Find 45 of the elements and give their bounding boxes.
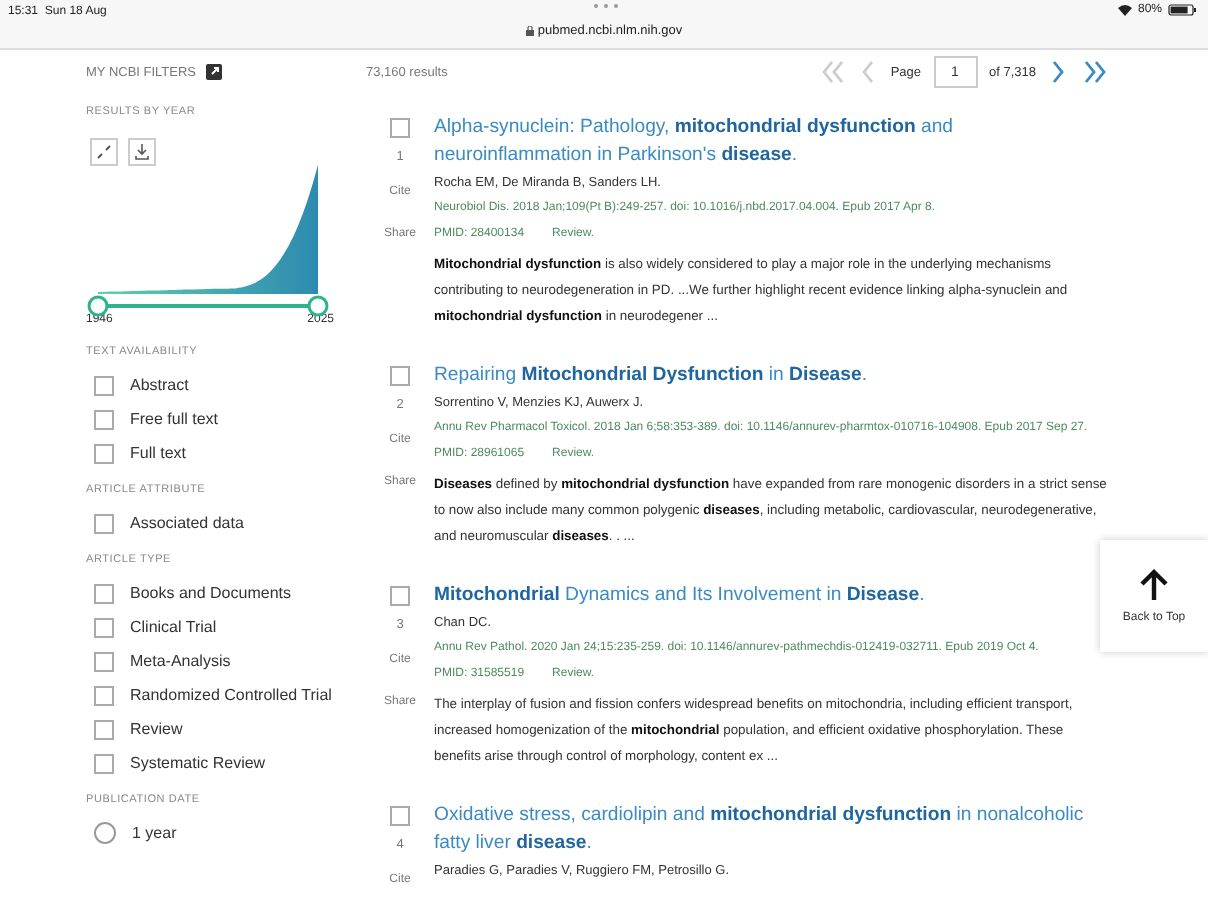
checkbox[interactable]	[94, 583, 114, 603]
last-page-icon[interactable]	[1080, 58, 1108, 86]
expand-button[interactable]	[90, 138, 118, 166]
filter-label[interactable]: Books and Documents	[130, 582, 291, 604]
filter-label[interactable]: 1 year	[132, 822, 177, 844]
filter-label[interactable]: Associated data	[130, 512, 244, 534]
filter-label[interactable]: Randomized Controlled Trial	[130, 684, 332, 706]
filter-label[interactable]: Abstract	[130, 374, 189, 396]
filter-label[interactable]: Free full text	[130, 408, 219, 430]
radio-button[interactable]	[94, 822, 116, 844]
checkbox[interactable]	[94, 617, 114, 637]
filter-label[interactable]: Full text	[130, 442, 187, 464]
previous-page-icon[interactable]	[858, 58, 879, 86]
article-title-link[interactable]: Oxidative stress, cardiolipin and mitochondrial dysfunction in nonalcoholic fatty liver disease.	[434, 802, 1108, 858]
expand-icon	[96, 144, 112, 160]
filter-label[interactable]: Review	[130, 718, 183, 740]
filter-label[interactable]: Clinical Trial	[130, 616, 217, 638]
article-title-link[interactable]: Alpha-synuclein: Pathology, mitochondrial dysfunction and neuroinflammation in Parkinson's disease.	[434, 114, 1108, 170]
checkbox[interactable]	[94, 685, 114, 705]
first-page-icon[interactable]	[818, 58, 847, 86]
lock-icon	[525, 26, 534, 36]
filter-label[interactable]: Meta-Analysis	[130, 650, 231, 672]
checkbox[interactable]	[390, 366, 410, 386]
download-button[interactable]	[128, 138, 156, 166]
wifi-icon	[1117, 4, 1132, 16]
checkbox[interactable]	[390, 586, 410, 606]
more-icon[interactable]	[592, 2, 620, 10]
external-link-icon[interactable]	[206, 64, 223, 80]
checkbox[interactable]	[94, 753, 114, 773]
checkbox[interactable]	[390, 806, 410, 826]
battery-icon	[1168, 4, 1196, 16]
filter-label[interactable]: Systematic Review	[130, 752, 266, 774]
checkbox[interactable]	[94, 375, 114, 395]
download-icon	[134, 144, 150, 160]
checkbox[interactable]	[94, 719, 114, 739]
checkbox[interactable]	[94, 409, 114, 429]
next-page-icon[interactable]	[1048, 58, 1068, 86]
article-title-link[interactable]: Repairing Mitochondrial Dysfunction in Disease.	[434, 362, 1108, 390]
checkbox[interactable]	[94, 513, 114, 533]
checkbox[interactable]	[94, 443, 114, 463]
checkbox[interactable]	[94, 651, 114, 671]
slider-handle[interactable]	[307, 295, 329, 317]
slider-handle[interactable]	[87, 295, 109, 317]
up-arrow-icon	[1140, 568, 1168, 600]
checkbox[interactable]	[390, 118, 410, 138]
